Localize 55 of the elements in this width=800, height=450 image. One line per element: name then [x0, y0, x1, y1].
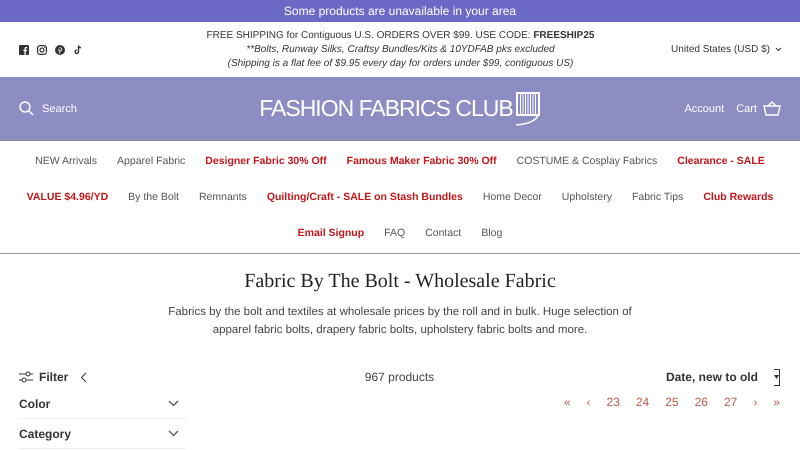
nav-link[interactable]: VALUE $4.96/YD [26, 191, 108, 203]
filter-button[interactable]: Filter [19, 370, 68, 384]
announcement-text: Some products are unavailable in your area [284, 4, 516, 18]
collection-description: Fabrics by the bolt and textiles at wholesale prices by the roll and in bulk. Huge selection of apparel fabric bolts, drapery fabric bolts, upholstery fabric bolts and more. [167, 305, 633, 338]
nav-link[interactable]: NEW Arrivals [35, 155, 98, 167]
pinterest-icon[interactable] [55, 44, 65, 54]
spool-icon [514, 92, 541, 126]
nav-link[interactable]: Apparel Fabric [117, 155, 186, 167]
nav-link[interactable]: Fabric Tips [632, 191, 684, 203]
exclusion-note: **Bolts, Runway Silks, Craftsy Bundles/Kits & 10YDFAB pks excluded [245, 42, 556, 56]
sort-dropdown[interactable]: Date, new to old [580, 368, 780, 386]
product-count: 967 products [364, 370, 434, 384]
nav-link[interactable]: Famous Maker Fabric 30% Off [346, 155, 497, 167]
pagination-link[interactable]: 27 [724, 395, 738, 413]
caret-icon [774, 375, 779, 379]
pagination-link[interactable]: ‹ [586, 395, 591, 413]
search-button[interactable]: Search [19, 101, 169, 116]
pagination-link[interactable]: « [564, 395, 571, 413]
logo-text[interactable]: FASHION FABRICS CLUB [259, 95, 513, 122]
nav-link[interactable]: Quilting/Craft - SALE on Stash Bundles [266, 191, 463, 203]
filter-accordion[interactable]: Category [19, 419, 187, 449]
nav-link[interactable]: Club Rewards [703, 191, 774, 203]
sliders-icon [19, 371, 33, 383]
shipping-notice: FREE SHIPPING for Contiguous U.S. ORDERS OVER $99. USE CODE: FREESHIP25 [206, 28, 594, 42]
chevron-down-icon [168, 400, 179, 407]
filter-accordion[interactable]: Color [19, 389, 187, 419]
nav-link[interactable]: Contact [425, 227, 462, 239]
nav-link[interactable]: Blog [481, 227, 502, 239]
shipping-fee-note: (Shipping is a flat fee of $9.95 every day for orders under $99, contiguous US) [226, 56, 574, 70]
nav-link[interactable]: FAQ [384, 227, 406, 239]
pagination-link[interactable]: 23 [606, 395, 620, 413]
nav-link[interactable]: Clearance - SALE [677, 155, 765, 167]
pagination-link[interactable]: 25 [665, 395, 679, 413]
account-link[interactable]: Account [684, 101, 724, 116]
nav-link[interactable]: Email Signup [298, 227, 364, 239]
chevron-down-icon [774, 47, 782, 52]
nav-link[interactable]: By the Bolt [128, 191, 179, 203]
nav-link[interactable]: Home Decor [482, 191, 542, 203]
nav-link[interactable]: Designer Fabric 30% Off [205, 155, 327, 167]
pagination-link[interactable]: 26 [694, 395, 708, 413]
pagination-link[interactable]: 24 [636, 395, 650, 413]
page-title: Fabric By The Bolt - Wholesale Fabric [243, 270, 557, 293]
facebook-icon[interactable] [19, 44, 29, 54]
instagram-icon[interactable] [37, 44, 47, 54]
pagination-link[interactable]: › [753, 395, 758, 413]
nav-link[interactable]: Remnants [198, 191, 247, 203]
pagination-link[interactable]: » [773, 395, 780, 413]
chevron-down-icon [168, 430, 179, 437]
nav-link[interactable]: Upholstery [562, 191, 612, 203]
nav-link[interactable]: COSTUME & Cosplay Fabrics [516, 155, 658, 167]
collapse-icon[interactable] [80, 372, 88, 382]
cart-button[interactable]: Cart [736, 101, 781, 116]
country-selector[interactable]: United States (USD $) [632, 44, 782, 55]
search-icon [19, 101, 34, 116]
tiktok-icon[interactable] [73, 44, 83, 54]
